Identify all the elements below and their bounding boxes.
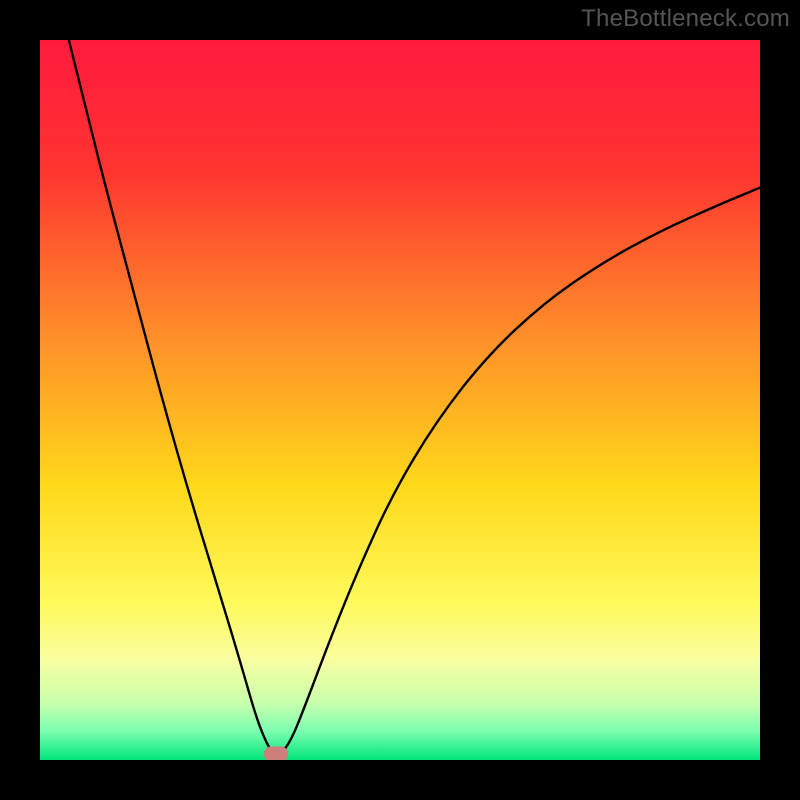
curve-svg — [40, 40, 760, 760]
min-marker — [264, 746, 288, 760]
plot-area — [40, 40, 760, 760]
bottleneck-curve — [69, 40, 760, 754]
chart-frame: TheBottleneck.com — [0, 0, 800, 800]
watermark-label: TheBottleneck.com — [581, 5, 790, 33]
